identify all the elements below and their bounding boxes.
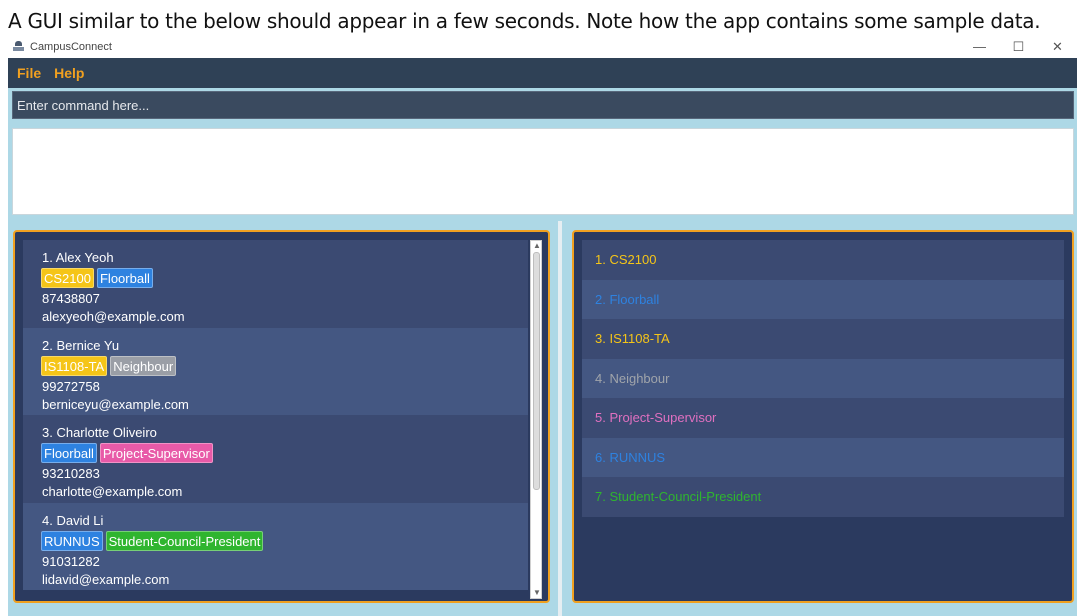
tag-chip: Neighbour: [110, 355, 177, 376]
instruction-caption: A GUI similar to the below should appear…: [8, 9, 1041, 33]
person-phone: 99272758: [42, 378, 100, 394]
person-tags: RUNNUS Student-Council-President: [41, 530, 528, 552]
command-input[interactable]: Enter command here...: [12, 91, 1074, 119]
tag-chip: RUNNUS: [41, 530, 103, 551]
menu-help[interactable]: Help: [54, 65, 84, 81]
person-tags: CS2100 Floorball: [41, 268, 528, 289]
person-tags: IS1108-TA Neighbour: [41, 355, 528, 377]
scroll-up-icon[interactable]: ▲: [532, 241, 542, 251]
person-card[interactable]: 1. Alex Yeoh CS2100 Floorball 87438807 alexy…: [23, 240, 528, 328]
close-button[interactable]: ✕: [1038, 35, 1077, 58]
tag-list-item[interactable]: 7. Student-Council-President: [582, 477, 1064, 517]
window-title: CampusConnect: [30, 40, 112, 53]
person-name: 4. David Li: [42, 512, 104, 528]
person-email: berniceyu@example.com: [42, 396, 189, 412]
tag-list-item[interactable]: 1. CS2100: [582, 240, 1064, 280]
result-display: [12, 128, 1074, 215]
tag-chip: Student-Council-President: [105, 530, 264, 551]
app-logo-icon: [13, 41, 24, 52]
tag-chip: Project-Supervisor: [99, 443, 213, 463]
tag-list-item[interactable]: 5. Project-Supervisor: [582, 398, 1064, 438]
split-pane-divider[interactable]: [558, 221, 562, 616]
scrollbar-thumb[interactable]: [533, 252, 540, 490]
maximize-button[interactable]: ☐: [999, 35, 1038, 58]
person-email: lidavid@example.com: [42, 571, 170, 587]
person-name: 2. Bernice Yu: [42, 337, 120, 353]
tag-list-item[interactable]: 4. Neighbour: [582, 358, 1064, 398]
person-phone: 93210283: [42, 466, 100, 481]
person-tags: Floorball Project-Supervisor: [41, 443, 528, 464]
person-name: 3. Charlotte Oliveiro: [42, 425, 157, 440]
minimize-button[interactable]: —: [960, 35, 999, 58]
tag-chip: IS1108-TA: [41, 355, 108, 376]
person-list-scrollbar[interactable]: ▲ ▼: [530, 240, 542, 599]
person-phone: 87438807: [42, 291, 100, 306]
menu-bar: File Help: [8, 58, 1077, 88]
person-card[interactable]: 3. Charlotte Oliveiro Floorball Project-Su…: [23, 415, 528, 503]
person-phone: 91031282: [42, 553, 100, 569]
tag-list-item[interactable]: 2. Floorball: [582, 279, 1064, 319]
person-email: charlotte@example.com: [42, 484, 183, 499]
person-name: 1. Alex Yeoh: [42, 250, 114, 265]
person-list-panel: 1. Alex Yeoh CS2100 Floorball 87438807 alexy…: [13, 230, 550, 603]
person-card[interactable]: 2. Bernice Yu IS1108-TA Neighbour 99272758 b…: [23, 327, 528, 415]
tag-chip: CS2100: [41, 268, 94, 288]
menu-file[interactable]: File: [17, 65, 41, 81]
window-controls: — ☐ ✕: [960, 35, 1077, 58]
person-list: 1. Alex Yeoh CS2100 Floorball 87438807 alexy…: [23, 240, 528, 599]
tag-list-item[interactable]: 6. RUNNUS: [582, 437, 1064, 477]
tag-list: 1. CS2100 2. Floorball 3. IS1108-TA 4. Neig…: [582, 240, 1064, 517]
app-window: CampusConnect — ☐ ✕ File Help Enter comm…: [8, 35, 1077, 616]
tag-list-item[interactable]: 3. IS1108-TA: [582, 319, 1064, 359]
tag-chip: Floorball: [96, 268, 153, 288]
scroll-down-icon[interactable]: ▼: [532, 588, 542, 598]
person-email: alexyeoh@example.com: [42, 309, 185, 324]
person-card[interactable]: 4. David Li RUNNUS Student-Council-Preside…: [23, 502, 528, 590]
tag-chip: Floorball: [41, 443, 97, 463]
title-bar[interactable]: CampusConnect — ☐ ✕: [8, 35, 1077, 58]
tag-list-panel: 1. CS2100 2. Floorball 3. IS1108-TA 4. Neig…: [572, 230, 1074, 603]
